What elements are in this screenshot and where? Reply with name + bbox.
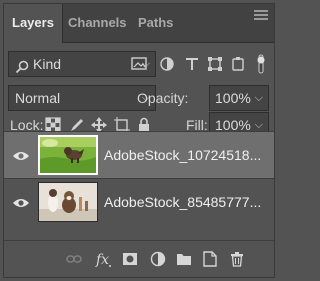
tab-channels[interactable]: Channels (60, 4, 135, 42)
layer-row[interactable]: AdobeStock_10724518... (4, 132, 274, 178)
filter-adjustment-icon[interactable] (159, 56, 175, 72)
filter-toggle-switch[interactable] (256, 53, 266, 75)
tab-paths-label: Paths (138, 15, 174, 30)
filter-kind-label: Kind (33, 56, 62, 72)
trash-icon[interactable] (229, 251, 245, 267)
new-layer-icon[interactable] (202, 251, 218, 267)
tab-layers[interactable]: Layers (4, 4, 63, 43)
layers-panel: Layers Channels Paths Kind ⌵ Normal ⌵ Op… (3, 3, 275, 278)
opacity-value: 100% (215, 90, 251, 106)
layer-thumbnail (38, 182, 98, 222)
blend-mode-select[interactable]: Normal ⌵ (8, 85, 156, 111)
link-icon[interactable] (66, 251, 82, 267)
panel-bottom-toolbar: fx (4, 240, 274, 277)
adjustment-layer-icon[interactable] (150, 251, 166, 267)
tab-layers-label: Layers (12, 15, 54, 30)
panel-tab-bar: Layers Channels Paths (4, 4, 274, 43)
layer-thumbnail (38, 135, 98, 175)
folder-icon[interactable] (176, 251, 192, 267)
fx-icon[interactable]: fx (95, 250, 113, 268)
filter-shape-icon[interactable] (207, 56, 223, 72)
filter-pixel-icon[interactable] (131, 56, 147, 72)
svg-text:fx: fx (95, 252, 109, 268)
layer-name[interactable]: AdobeStock_85485777... (104, 194, 261, 210)
blend-mode-value: Normal (15, 90, 61, 106)
tab-paths[interactable]: Paths (130, 4, 181, 42)
layer-row[interactable]: AdobeStock_85485777... (4, 178, 274, 224)
eye-icon[interactable] (12, 149, 30, 161)
filter-type-icon[interactable] (184, 56, 200, 72)
tab-channels-label: Channels (68, 15, 127, 30)
filter-smart-object-icon[interactable] (230, 56, 246, 72)
add-mask-icon[interactable] (122, 251, 138, 267)
search-icon (15, 57, 29, 74)
opacity-input[interactable]: 100% ⌵ (209, 85, 269, 111)
chevron-down-icon: ⌵ (254, 92, 263, 104)
eye-icon[interactable] (12, 196, 30, 208)
panel-menu-icon[interactable] (254, 10, 268, 20)
layer-name[interactable]: AdobeStock_10724518... (104, 147, 261, 163)
opacity-label: Opacity: (137, 90, 189, 106)
